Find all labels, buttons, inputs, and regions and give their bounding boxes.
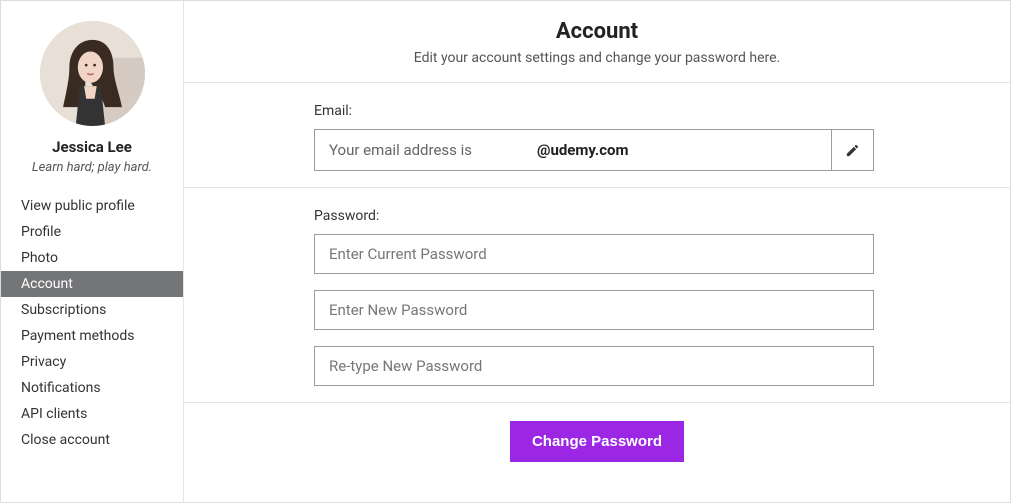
email-domain-text: @udemy.com	[537, 141, 628, 159]
password-section: Password:	[184, 187, 1010, 402]
email-prefix-text: Your email address is	[329, 141, 472, 159]
sidebar-item-account[interactable]: Account	[1, 271, 183, 297]
profile-tagline: Learn hard; play hard.	[32, 160, 152, 175]
sidebar-item-photo[interactable]: Photo	[1, 245, 183, 271]
sidebar-item-close-account[interactable]: Close account	[1, 427, 183, 453]
edit-email-button[interactable]	[832, 129, 874, 171]
retype-password-input[interactable]	[314, 346, 874, 386]
main-content: Account Edit your account settings and c…	[183, 1, 1010, 502]
sidebar-item-label: Payment methods	[21, 328, 134, 344]
profile-block: Jessica Lee Learn hard; play hard.	[1, 21, 183, 181]
sidebar-item-label: Subscriptions	[21, 302, 106, 318]
sidebar-item-label: API clients	[21, 406, 87, 422]
sidebar-menu: View public profile Profile Photo Accoun…	[1, 193, 183, 453]
current-password-input[interactable]	[314, 234, 874, 274]
change-password-button[interactable]: Change Password	[510, 421, 684, 462]
sidebar-item-label: View public profile	[21, 198, 135, 214]
sidebar-item-label: Account	[21, 276, 73, 292]
sidebar: Jessica Lee Learn hard; play hard. View …	[1, 1, 183, 502]
sidebar-item-view-public-profile[interactable]: View public profile	[1, 193, 183, 219]
password-label: Password:	[314, 208, 880, 224]
avatar-image	[40, 21, 145, 126]
email-display: Your email address is @udemy.com	[314, 129, 832, 171]
email-label: Email:	[314, 103, 880, 119]
sidebar-item-label: Profile	[21, 224, 61, 240]
page-header: Account Edit your account settings and c…	[184, 1, 1010, 83]
sidebar-item-api-clients[interactable]: API clients	[1, 401, 183, 427]
page-subtitle: Edit your account settings and change yo…	[204, 50, 990, 66]
sidebar-item-notifications[interactable]: Notifications	[1, 375, 183, 401]
profile-name: Jessica Lee	[52, 138, 132, 156]
sidebar-item-label: Notifications	[21, 380, 101, 396]
sidebar-item-label: Close account	[21, 432, 110, 448]
email-section: Email: Your email address is @udemy.com	[184, 83, 1010, 187]
new-password-input[interactable]	[314, 290, 874, 330]
page-title: Account	[204, 19, 990, 44]
sidebar-item-subscriptions[interactable]: Subscriptions	[1, 297, 183, 323]
avatar[interactable]	[40, 21, 145, 126]
email-row: Your email address is @udemy.com	[314, 129, 874, 171]
footer-actions: Change Password	[184, 402, 1010, 480]
pencil-icon	[845, 143, 860, 158]
sidebar-item-label: Privacy	[21, 354, 66, 370]
sidebar-item-privacy[interactable]: Privacy	[1, 349, 183, 375]
sidebar-item-payment-methods[interactable]: Payment methods	[1, 323, 183, 349]
sidebar-item-profile[interactable]: Profile	[1, 219, 183, 245]
account-settings-page: Jessica Lee Learn hard; play hard. View …	[0, 0, 1011, 503]
sidebar-item-label: Photo	[21, 250, 58, 266]
